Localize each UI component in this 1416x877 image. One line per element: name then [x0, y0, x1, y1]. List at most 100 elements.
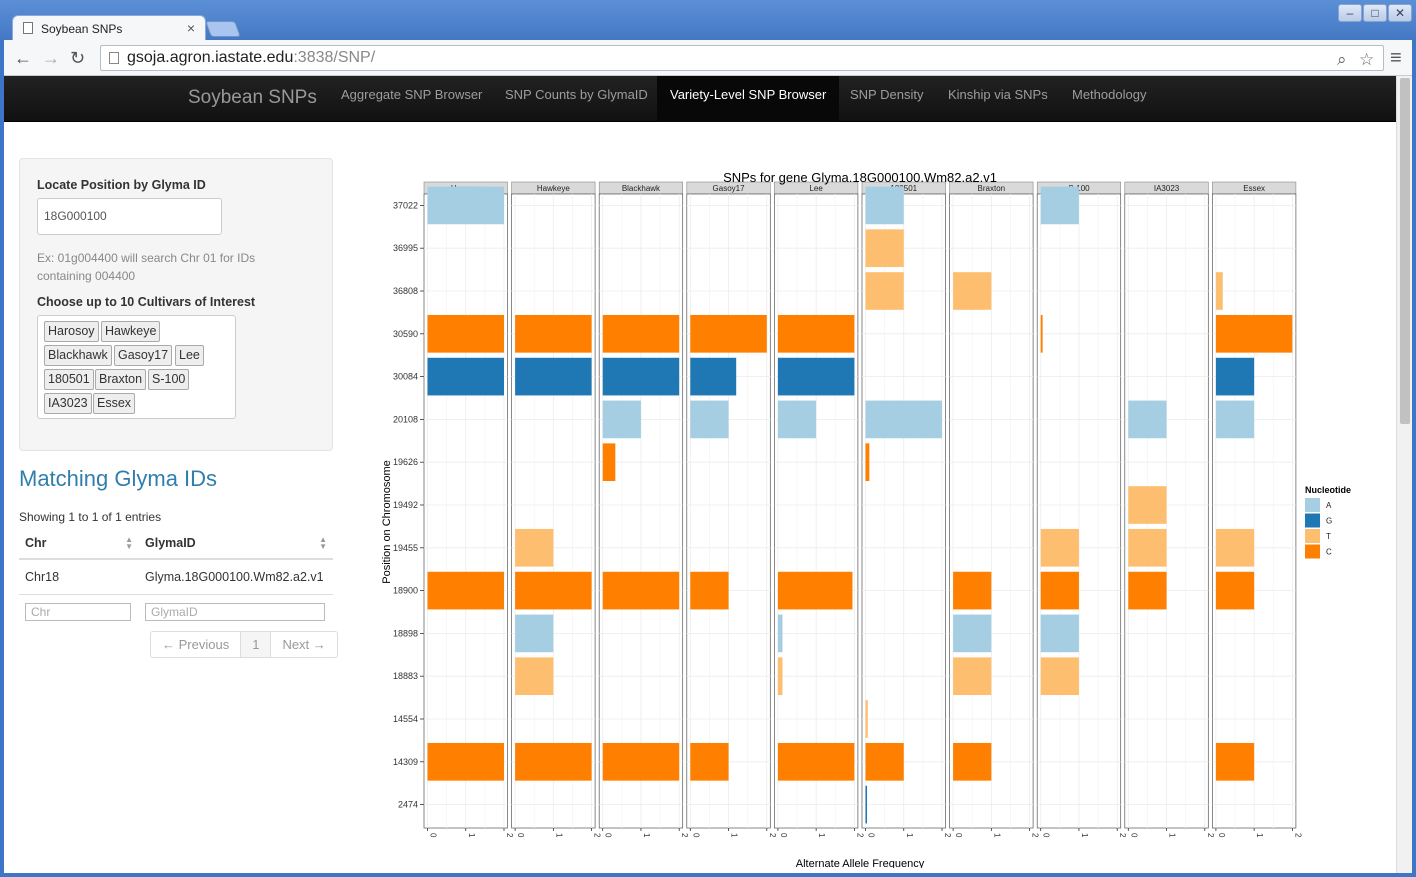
next-page-button[interactable]: Next →	[271, 632, 336, 657]
cultivar-label: Choose up to 10 Cultivars of Interest	[37, 295, 256, 309]
y-tick-label: 18898	[393, 628, 418, 638]
y-tick-label: 14554	[393, 714, 418, 724]
cultivar-chip[interactable]: Braxton	[95, 369, 147, 390]
page-scrollbar[interactable]	[1396, 76, 1412, 873]
column-header-glymaid[interactable]: GlymaID ▲ ▼	[139, 528, 333, 560]
x-tick-label: 1	[905, 833, 914, 838]
legend-label: G	[1326, 517, 1332, 526]
reload-icon[interactable]: ↻	[70, 49, 85, 67]
close-tab-icon[interactable]: ×	[187, 20, 195, 36]
panel-label: Lee	[809, 184, 823, 193]
snp-bar	[953, 614, 992, 653]
previous-page-button[interactable]: ← Previous	[151, 632, 242, 657]
snp-bar	[515, 742, 592, 781]
snp-bar	[602, 742, 680, 781]
table-row[interactable]: Chr18 Glyma.18G000100.Wm82.a2.v1	[19, 559, 333, 595]
close-window-button[interactable]: ✕	[1388, 4, 1412, 22]
legend-label: T	[1326, 532, 1331, 541]
snp-bar	[427, 314, 504, 353]
nav-methodology[interactable]: Methodology	[1059, 76, 1159, 122]
snp-bar	[515, 314, 592, 353]
snp-bar	[1040, 571, 1079, 610]
panel-label: IA3023	[1154, 184, 1180, 193]
new-tab-button[interactable]	[205, 21, 241, 37]
snp-bar	[777, 614, 783, 653]
snp-bar	[690, 742, 729, 781]
snp-bar	[690, 571, 729, 610]
snp-bar	[1215, 528, 1255, 567]
cultivar-chip[interactable]: 180501	[44, 369, 94, 390]
snp-bar	[427, 357, 504, 396]
nav-aggregate-snp-browser[interactable]: Aggregate SNP Browser	[328, 76, 495, 122]
cultivar-selector[interactable]: Harosoy Hawkeye Blackhawk Gasoy17 Lee 18…	[37, 315, 236, 419]
matching-ids-title: Matching Glyma IDs	[19, 466, 218, 491]
snp-bar	[1040, 614, 1079, 653]
snp-bar	[865, 742, 904, 781]
page-1-button[interactable]: 1	[241, 632, 272, 657]
page-icon	[23, 22, 33, 34]
snp-bar	[690, 357, 737, 396]
chr-filter-input[interactable]: Chr	[25, 602, 131, 621]
snp-bar	[1040, 314, 1043, 353]
snp-bar	[427, 571, 504, 610]
y-tick-label: 18883	[393, 671, 418, 681]
x-tick-label: 1	[817, 833, 826, 838]
glyma-id-input[interactable]: 18G000100	[37, 198, 222, 235]
snp-bar	[953, 571, 992, 610]
cultivar-chip[interactable]: Essex	[93, 393, 136, 414]
snp-bar	[865, 400, 942, 439]
cultivar-chip[interactable]: Blackhawk	[44, 345, 112, 366]
nav-snp-density[interactable]: SNP Density	[837, 76, 936, 122]
x-tick-label: 1	[730, 833, 739, 838]
navbar-brand[interactable]: Soybean SNPs	[188, 87, 317, 109]
panel-label: Essex	[1243, 184, 1265, 193]
panel-label: Hawkeye	[537, 184, 570, 193]
browser-tab[interactable]: Soybean SNPs ×	[12, 15, 206, 41]
address-bar[interactable]: gsoja.agron.iastate.edu:3838/SNP/ ⌕ ☆	[100, 45, 1384, 71]
forward-icon[interactable]: →	[42, 49, 60, 67]
legend-label: C	[1326, 548, 1332, 557]
scrollbar-thumb[interactable]	[1400, 78, 1410, 424]
column-header-chr[interactable]: Chr ▲ ▼	[19, 528, 139, 560]
nav-kinship[interactable]: Kinship via SNPs	[935, 76, 1061, 122]
snp-bar	[865, 186, 904, 225]
legend-label: A	[1326, 501, 1332, 510]
bookmark-star-icon[interactable]: ☆	[1359, 48, 1374, 72]
minimize-button[interactable]: –	[1338, 4, 1362, 22]
x-tick-label: 2	[1118, 833, 1127, 838]
snp-bar	[865, 700, 868, 738]
maximize-button[interactable]: □	[1363, 4, 1387, 22]
back-icon[interactable]: ←	[14, 49, 32, 67]
x-tick-label: 1	[1255, 833, 1264, 838]
snp-bar	[953, 272, 992, 310]
legend-swatch	[1305, 513, 1320, 528]
snp-bar	[865, 443, 870, 482]
sort-icon: ▲ ▼	[125, 535, 133, 551]
panel-label: Gasoy17	[713, 184, 746, 193]
snp-bar	[515, 357, 592, 396]
snp-bar	[953, 742, 992, 781]
y-tick-label: 37022	[393, 200, 418, 210]
menu-icon[interactable]: ≡	[1390, 48, 1402, 68]
cultivar-chip[interactable]: Hawkeye	[101, 321, 161, 342]
x-tick-label: 1	[1168, 833, 1177, 838]
snp-bar	[1128, 571, 1167, 610]
cultivar-chip[interactable]: Harosoy	[44, 321, 99, 342]
snp-bar	[690, 314, 767, 353]
x-tick-label: 1	[642, 833, 651, 838]
snp-bar	[1215, 357, 1255, 396]
cultivar-chip[interactable]: Gasoy17	[114, 345, 173, 366]
glymaid-filter-input[interactable]: GlymaID	[145, 602, 325, 621]
snp-bar	[1215, 314, 1293, 353]
cultivar-chip[interactable]: Lee	[175, 345, 204, 366]
cultivar-chip[interactable]: IA3023	[44, 393, 92, 414]
cultivar-chip[interactable]: S-100	[148, 369, 190, 390]
entries-info: Showing 1 to 1 of 1 entries	[19, 510, 162, 524]
search-icon[interactable]: ⌕	[1337, 48, 1347, 72]
table-cell: Glyma.18G000100.Wm82.a2.v1	[139, 559, 333, 595]
browser-window: Soybean SNPs × – □ ✕ ← → ↻ gsoja.agron.i…	[0, 0, 1416, 877]
nav-snp-counts[interactable]: SNP Counts by GlymaID	[492, 76, 661, 122]
y-tick-label: 36808	[393, 286, 418, 296]
nav-variety-level-snp-browser[interactable]: Variety-Level SNP Browser	[657, 76, 840, 122]
snp-bar	[777, 314, 855, 353]
